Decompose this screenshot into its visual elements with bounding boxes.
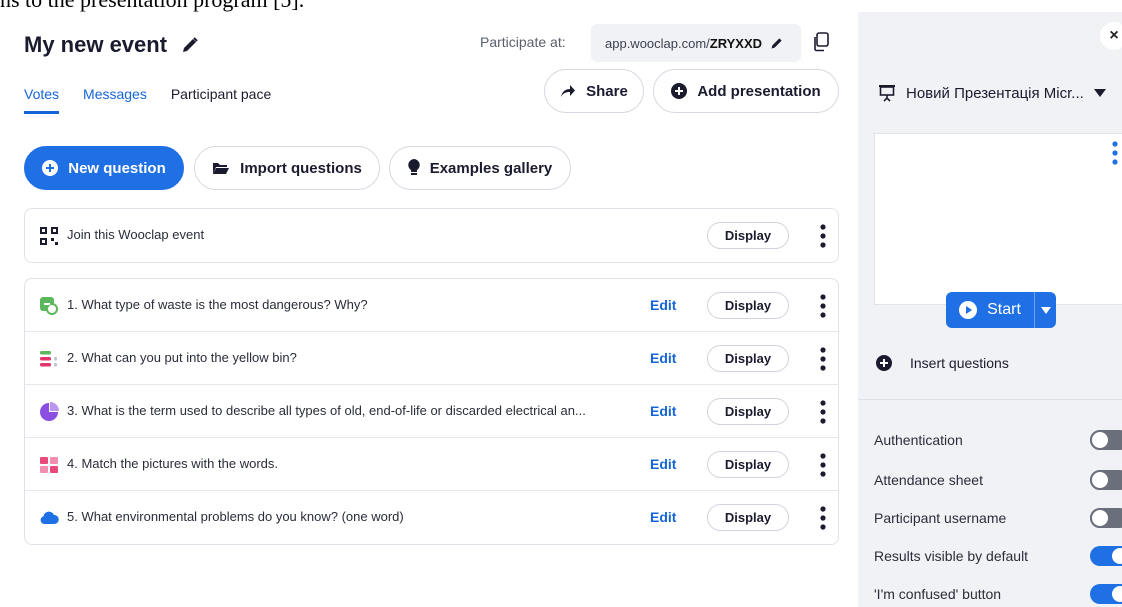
question-row[interactable]: 1. What type of waste is the most danger… [25,279,838,332]
question-text: 4. Match the pictures with the words. [67,456,278,471]
start-label: Start [987,301,1021,318]
display-button[interactable]: Display [707,292,789,319]
caret-down-icon [1040,306,1051,314]
results-visible-toggle[interactable] [1090,546,1122,566]
url-code: ZRYXXD [709,35,763,51]
edit-button[interactable]: Edit [650,403,676,419]
plus-circle-icon [671,83,688,99]
display-button[interactable]: Display [707,451,789,478]
setting-attendance-label: Attendance sheet [874,472,983,488]
divider [858,399,1122,400]
examples-gallery-button[interactable]: Examples gallery [389,146,571,190]
more-options-icon[interactable] [820,293,826,319]
add-presentation-label: Add presentation [697,82,821,100]
more-options-icon[interactable] [820,346,826,372]
document-text-strip: ns to the presentation program [5]. [0,0,1122,12]
tab-messages[interactable]: Messages [83,86,147,114]
question-row[interactable]: 5. What environmental problems do you kn… [25,491,838,544]
open-question-icon [40,297,58,315]
presentation-preview [874,133,1122,305]
question-row[interactable]: 3. What is the term used to describe all… [25,385,838,438]
setting-confused-button-label: 'I'm confused' button [874,586,1002,602]
presentation-sidebar: × Новий Презентація Micr... Start Insert… [858,12,1122,607]
display-button[interactable]: Display [707,345,789,372]
question-row[interactable]: 2. What can you put into the yellow bin?… [25,332,838,385]
plus-circle-icon [42,160,59,176]
pencil-icon[interactable] [181,36,199,54]
questions-list: 1. What type of waste is the most danger… [24,278,839,545]
join-event-text: Join this Wooclap event [67,227,205,242]
sorting-icon [40,351,57,367]
setting-username-label: Participant username [874,510,1007,526]
username-toggle[interactable] [1090,508,1122,528]
event-title: My new event [24,32,168,57]
new-question-button[interactable]: New question [24,146,184,190]
join-event-card: Join this Wooclap event Display [24,208,839,263]
start-presentation-control: Start [946,292,1056,328]
edit-button[interactable]: Edit [650,297,676,313]
insert-questions-label: Insert questions [910,355,1009,371]
play-circle-icon [959,301,978,319]
caret-down-icon [1093,89,1106,97]
event-main-panel: My new event Participate at: app.wooclap… [8,12,850,607]
more-options-icon[interactable] [820,452,826,478]
authentication-toggle[interactable] [1090,430,1122,450]
display-button[interactable]: Display [707,504,789,531]
more-options-icon[interactable] [1112,140,1118,166]
document-text: ns to the presentation program [5]. [0,0,304,12]
edit-button[interactable]: Edit [650,350,676,366]
tab-votes[interactable]: Votes [24,86,60,114]
more-options-icon[interactable] [820,223,826,249]
examples-gallery-label: Examples gallery [429,159,553,177]
qr-code-icon [40,227,58,245]
question-text: 2. What can you put into the yellow bin? [67,350,297,365]
setting-authentication-label: Authentication [874,432,963,448]
display-button[interactable]: Display [707,222,789,249]
event-header: My new event [24,32,199,58]
presentation-name: Новий Презентація Micr... [906,84,1084,102]
pie-icon [40,402,59,421]
more-options-icon[interactable] [820,505,826,531]
display-button[interactable]: Display [707,398,789,425]
edit-button[interactable]: Edit [650,509,676,525]
participate-label: Participate at: [480,34,566,50]
question-text: 1. What type of waste is the most danger… [67,297,368,312]
join-event-row: Join this Wooclap event Display [25,209,838,262]
participation-url[interactable]: app.wooclap.com/ ZRYXXD [591,24,801,62]
tab-participant-pace[interactable]: Participant pace [171,86,271,114]
import-questions-button[interactable]: Import questions [194,146,380,190]
close-button[interactable]: × [1100,22,1122,50]
question-text: 3. What is the term used to describe all… [67,403,586,418]
event-tabs: Votes Messages Participant pace [24,86,271,114]
copy-icon[interactable] [812,32,830,52]
add-presentation-button[interactable]: Add presentation [653,69,839,113]
matching-icon [40,457,58,473]
insert-questions-button[interactable]: Insert questions [876,355,1009,371]
presentation-select[interactable]: Новий Презентація Micr... [878,84,1106,102]
new-question-label: New question [68,159,166,177]
share-button[interactable]: Share [544,69,644,113]
setting-results-visible-label: Results visible by default [874,548,1029,564]
url-prefix: app.wooclap.com/ [605,35,710,51]
question-text: 5. What environmental problems do you kn… [67,509,404,524]
plus-circle-icon [876,355,892,371]
attendance-toggle[interactable] [1090,470,1122,490]
confused-button-toggle[interactable] [1090,584,1122,604]
share-label: Share [586,82,628,100]
import-questions-label: Import questions [240,159,362,177]
folder-open-icon [213,163,230,174]
edit-url-icon[interactable] [770,36,784,50]
start-button[interactable]: Start [946,292,1034,328]
cloud-icon [40,511,59,524]
lightbulb-icon [408,159,420,175]
share-arrow-icon [561,85,576,97]
presentation-icon [879,85,895,102]
more-options-icon[interactable] [820,399,826,425]
start-options-button[interactable] [1034,292,1056,328]
question-row[interactable]: 4. Match the pictures with the words. Ed… [25,438,838,491]
edit-button[interactable]: Edit [650,456,676,472]
